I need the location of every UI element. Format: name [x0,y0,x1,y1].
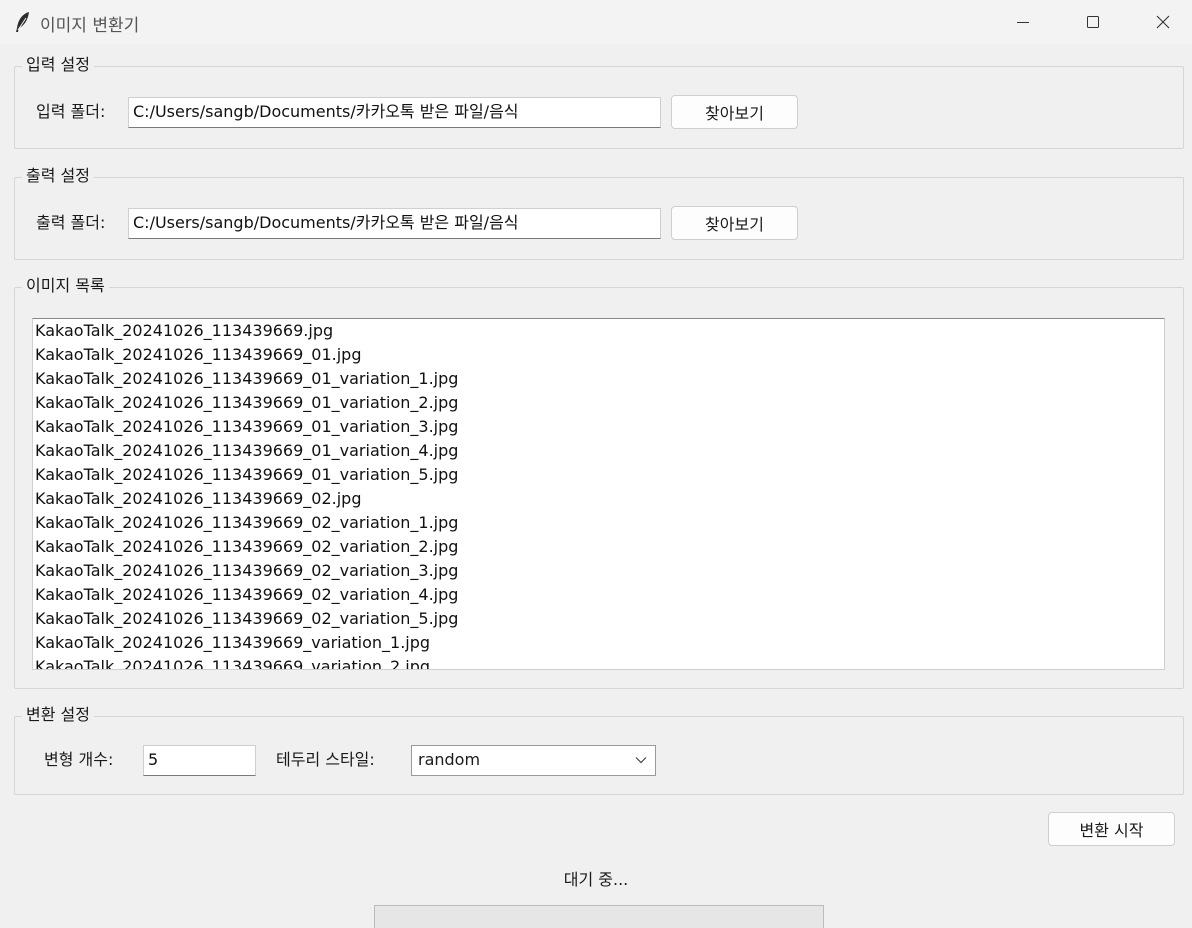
progress-bar [374,905,824,928]
convert-settings-title: 변환 설정 [22,705,94,725]
title-bar: 이미지 변환기 [0,0,1192,44]
image-list-item[interactable]: KakaoTalk_20241026_113439669_01_variatio… [33,415,1164,439]
app-window: 이미지 변환기 입력 설정 입력 폴더: C:/Users/sangb/Docu… [0,0,1192,928]
image-list-item[interactable]: KakaoTalk_20241026_113439669_01_variatio… [33,463,1164,487]
maximize-button[interactable] [1058,0,1128,44]
feather-icon [16,12,29,32]
image-list-item[interactable]: KakaoTalk_20241026_113439669_02_variatio… [33,511,1164,535]
output-browse-button[interactable]: 찾아보기 [671,206,798,240]
input-folder-field[interactable]: C:/Users/sangb/Documents/카카오톡 받은 파일/음식 [128,97,661,128]
minimize-icon [1017,22,1029,23]
border-style-value: random [418,750,481,769]
input-browse-button[interactable]: 찾아보기 [671,95,798,129]
image-list-item[interactable]: KakaoTalk_20241026_113439669_02_variatio… [33,607,1164,631]
input-folder-label: 입력 폴더: [36,102,106,121]
image-list-item[interactable]: KakaoTalk_20241026_113439669_02.jpg [33,487,1164,511]
start-convert-button[interactable]: 변환 시작 [1048,812,1175,846]
status-text: 대기 중... [563,870,629,889]
image-list-item[interactable]: KakaoTalk_20241026_113439669_02_variatio… [33,583,1164,607]
image-list-item[interactable]: KakaoTalk_20241026_113439669_02_variatio… [33,535,1164,559]
output-folder-label: 출력 폴더: [36,213,106,232]
image-list-item[interactable]: KakaoTalk_20241026_113439669_01.jpg [33,343,1164,367]
output-settings-title: 출력 설정 [22,166,94,186]
image-list-item[interactable]: KakaoTalk_20241026_113439669.jpg [33,319,1164,343]
maximize-icon [1087,16,1099,28]
image-list-item[interactable]: KakaoTalk_20241026_113439669_01_variatio… [33,367,1164,391]
image-list-title: 이미지 목록 [22,276,109,296]
minimize-button[interactable] [988,0,1058,44]
close-button[interactable] [1128,0,1192,44]
image-listbox[interactable]: KakaoTalk_20241026_113439669.jpg KakaoTal… [32,318,1165,670]
input-settings-title: 입력 설정 [22,55,94,75]
variation-count-field[interactable]: 5 [143,745,256,776]
window-title: 이미지 변환기 [40,16,140,36]
close-icon [1156,15,1170,29]
image-list-item[interactable]: KakaoTalk_20241026_113439669_variation_2… [33,655,1164,669]
image-list-item[interactable]: KakaoTalk_20241026_113439669_02_variatio… [33,559,1164,583]
chevron-down-icon [635,757,647,764]
border-style-select[interactable]: random [411,745,656,776]
image-list-item[interactable]: KakaoTalk_20241026_113439669_01_variatio… [33,439,1164,463]
image-list-item[interactable]: KakaoTalk_20241026_113439669_01_variatio… [33,391,1164,415]
output-folder-field[interactable]: C:/Users/sangb/Documents/카카오톡 받은 파일/음식 [128,208,661,239]
border-style-label: 테두리 스타일: [276,750,375,769]
image-list-item[interactable]: KakaoTalk_20241026_113439669_variation_1… [33,631,1164,655]
variation-count-label: 변형 개수: [44,750,114,769]
